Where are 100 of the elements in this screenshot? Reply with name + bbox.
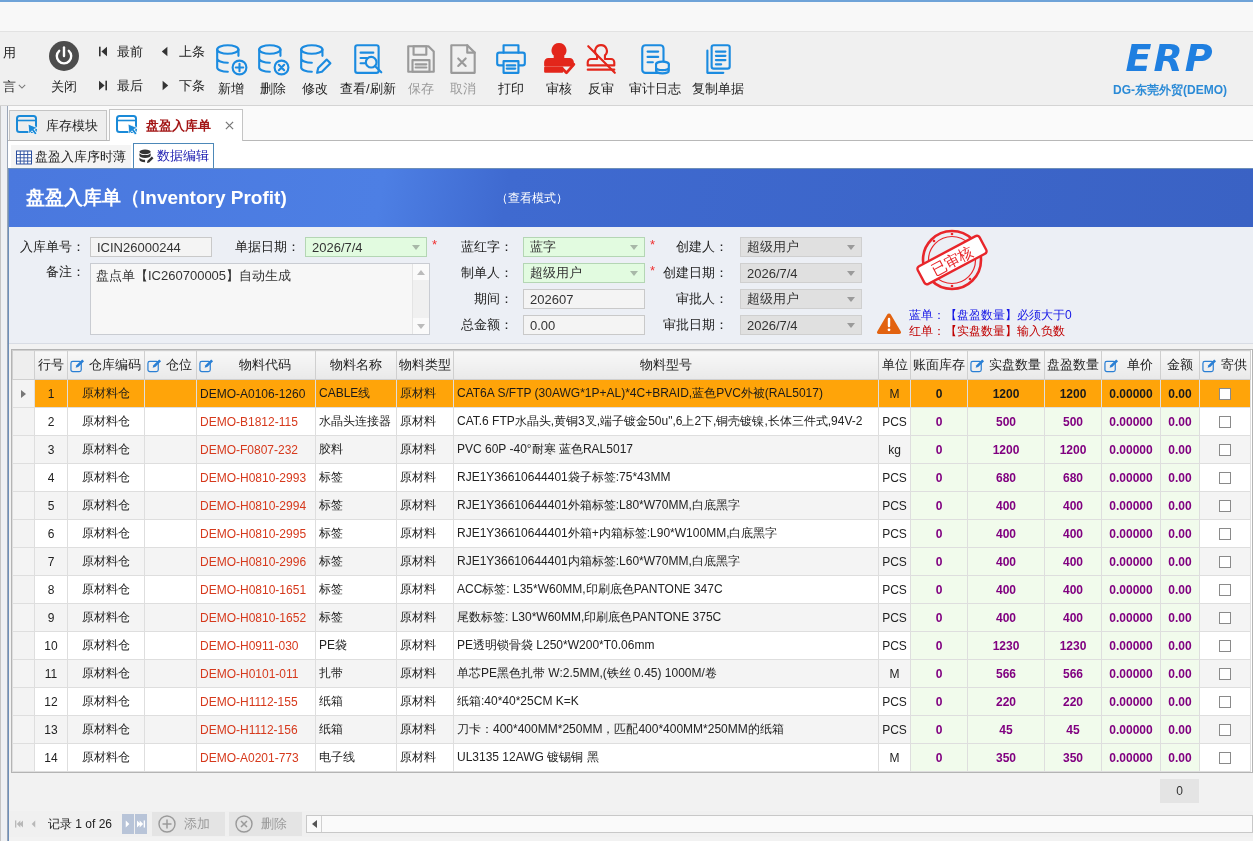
table-row[interactable]: 3 原材料仓 DEMO-F0807-232 胶料 原材料 PVC 60P -40°耐寒 蓝色RAL5017 kg 0 1200 1200 0.00000 0.00	[12, 435, 1251, 464]
text-field[interactable]: ICIN26000244	[90, 237, 212, 257]
column-header[interactable]: 单位	[878, 350, 911, 380]
dropdown-field[interactable]: 2026/7/4	[305, 237, 427, 257]
tab[interactable]: 数据编辑	[133, 143, 214, 168]
table-cell: 原材料仓	[67, 379, 145, 408]
text-field[interactable]: 0.00	[523, 315, 645, 335]
edit-icon	[970, 357, 985, 373]
column-header[interactable]: 仓位	[144, 350, 197, 380]
table-row[interactable]: 5 原材料仓 DEMO-H0810-2994 标签 原材料 RJE1Y36610644401外箱标签:L80*W70MM,白底黑字 PCS 0 400 400 0.00000 0.00	[12, 491, 1251, 520]
table-row[interactable]: 14 原材料仓 DEMO-A0201-773 电子线 原材料 UL3135 12AWG 镀锡铜 黑 M 0 350 350 0.00000 0.00	[12, 743, 1251, 772]
checkbox[interactable]	[1219, 444, 1231, 457]
delete-button[interactable]: 删除	[253, 41, 293, 98]
tab[interactable]: 盘盈入库序时薄	[11, 145, 131, 168]
edit-icon	[147, 357, 162, 373]
menu-item[interactable]: 言	[3, 77, 37, 96]
scrollbar[interactable]	[306, 815, 1253, 833]
print-button[interactable]: 打印	[490, 41, 531, 98]
column-header[interactable]: 物料名称	[315, 350, 397, 380]
scroll-up-button[interactable]	[413, 264, 429, 280]
triangle-right-icon	[161, 80, 169, 91]
next-record-button[interactable]: 下条	[161, 76, 211, 95]
checkbox[interactable]	[1219, 388, 1231, 401]
checkbox[interactable]	[1219, 668, 1231, 681]
table-row[interactable]: 6 原材料仓 DEMO-H0810-2995 标签 原材料 RJE1Y36610644401外箱+内箱标签:L90*W100MM,白底黑字 PCS 0 400 400 0.00000 0.00	[12, 519, 1251, 548]
tab[interactable]: 库存模块	[9, 110, 107, 140]
power-icon	[49, 41, 79, 71]
table-cell: DEMO-A0106-1260	[196, 379, 316, 408]
table-cell: 0.00000	[1101, 743, 1161, 772]
next-page-button[interactable]	[122, 814, 135, 834]
dropdown-field[interactable]: 蓝字	[523, 237, 645, 257]
table-row[interactable]: 9 原材料仓 DEMO-H0810-1652 标签 原材料 尾数标签: L30*W60MM,印刷底色PANTONE 375C PCS 0 400 400 0.00000 0.00	[12, 603, 1251, 632]
edit-button[interactable]: 修改	[295, 41, 335, 98]
table-cell: 标签	[315, 463, 397, 492]
column-header[interactable]: 物料类型	[396, 350, 454, 380]
scrollbar[interactable]	[412, 264, 429, 334]
field-label: 蓝红字：	[460, 238, 514, 256]
checkbox[interactable]	[1219, 584, 1231, 597]
checkbox[interactable]	[1219, 556, 1231, 569]
checkbox[interactable]	[1219, 724, 1231, 737]
last-page-button[interactable]	[135, 814, 148, 834]
table-row[interactable]: 10 原材料仓 DEMO-H0911-030 PE袋 原材料 PE透明锁骨袋 L250*W200*T0.06mm PCS 0 1230 1230 0.00000 0.00	[12, 631, 1251, 660]
last-record-button[interactable]: 最后	[99, 76, 161, 95]
table-cell: CAT.6 FTP水晶头,黄铜3叉,端子镀金50u",6上2下,铜壳镀镍,长体三件式,94V-2	[453, 407, 879, 436]
table-row[interactable]: 7 原材料仓 DEMO-H0810-2996 标签 原材料 RJE1Y36610644401内箱标签:L60*W70MM,白底黑字 PCS 0 400 400 0.00000 0.00	[12, 547, 1251, 576]
table-cell: 原材料仓	[67, 519, 145, 548]
form-title: 盘盈入库单（Inventory Profit)	[26, 186, 288, 210]
previous-record-button[interactable]: 上条	[161, 42, 211, 61]
view-refresh-button[interactable]: 查看/刷新	[337, 41, 399, 98]
caret-down-icon	[630, 244, 638, 250]
column-header[interactable]: 账面库存	[910, 350, 968, 380]
table-row[interactable]: 12 原材料仓 DEMO-H1112-155 纸箱 原材料 纸箱:40*40*25CM K=K PCS 0 220 220 0.00000 0.00	[12, 687, 1251, 716]
close-icon[interactable]	[225, 121, 234, 130]
checkbox[interactable]	[1219, 472, 1231, 485]
scroll-down-button[interactable]	[413, 318, 429, 334]
checkbox[interactable]	[1219, 752, 1231, 765]
menu-item[interactable]: 用	[3, 43, 37, 62]
column-header[interactable]: 物料型号	[453, 350, 879, 380]
close-button[interactable]: 关闭	[47, 41, 81, 96]
column-header[interactable]: 单价	[1101, 350, 1161, 380]
table-row[interactable]: 8 原材料仓 DEMO-H0810-1651 标签 原材料 ACC标签: L35*W60MM,印刷底色PANTONE 347C PCS 0 400 400 0.00000 0.00	[12, 575, 1251, 604]
column-header[interactable]: 实盘数量	[967, 350, 1045, 380]
table-cell: 400	[967, 547, 1045, 576]
checkbox[interactable]	[1219, 612, 1231, 625]
table-cell: 0.00000	[1101, 575, 1161, 604]
approve-button[interactable]: 审核	[538, 41, 579, 98]
field-label: 备注：	[45, 263, 86, 281]
tab[interactable]: 盘盈入库单	[109, 109, 243, 141]
column-header[interactable]: 物料代码	[196, 350, 316, 380]
unapprove-button[interactable]: 反审	[580, 41, 621, 98]
column-header[interactable]: 盘盈数量	[1044, 350, 1102, 380]
audit-log-button[interactable]: 审计日志	[625, 41, 684, 98]
add-button[interactable]: 新增	[211, 41, 251, 98]
column-header[interactable]: 寄供	[1199, 350, 1251, 380]
checkbox[interactable]	[1219, 500, 1231, 513]
table-row[interactable]: 2 原材料仓 DEMO-B1812-115 水晶头连接器 原材料 CAT.6 FTP水晶头,黄铜3叉,端子镀金50u",6上2下,铜壳镀镍,长体三件式,94V-2 PCS 0 500 500 0.00000 0.00	[12, 407, 1251, 436]
edit-icon	[1104, 357, 1119, 373]
text-field[interactable]: 202607	[523, 289, 645, 309]
grid-icon	[16, 149, 32, 165]
checkbox[interactable]	[1219, 416, 1231, 429]
window-cursor-icon	[16, 114, 40, 137]
dropdown-field[interactable]: 超级用户	[523, 263, 645, 283]
table-row[interactable]: 11 原材料仓 DEMO-H0101-011 扎带 原材料 单芯PE黑色扎带 W:2.5MM,(铁丝 0.45) 1000M/卷 M 0 566 566 0.00000 0.00	[12, 659, 1251, 688]
column-header[interactable]: 行号	[34, 350, 68, 380]
checkbox[interactable]	[1219, 696, 1231, 709]
copy-document-button[interactable]: 复制单据	[688, 41, 747, 98]
edit-icon	[70, 357, 85, 373]
memo-field[interactable]: 盘点单【IC260700005】自动生成	[90, 263, 430, 335]
table-row[interactable]: 4 原材料仓 DEMO-H0810-2993 标签 原材料 RJE1Y36610644401袋子标签:75*43MM PCS 0 680 680 0.00000 0.00	[12, 463, 1251, 492]
table-row[interactable]: 1 原材料仓 DEMO-A0106-1260 CABLE线 原材料 CAT6A S/FTP (30AWG*1P+AL)*4C+BRAID,蓝色PVC外被(RAL5017) M 0 1200 1200 0.00000 0.00	[12, 379, 1251, 408]
chevron-down-icon	[18, 84, 26, 89]
first-record-button[interactable]: 最前	[99, 42, 161, 61]
table-row[interactable]: 13 原材料仓 DEMO-H1112-156 纸箱 原材料 刀卡：400*400MM*250MM，匹配400*400MM*250MM的纸箱 PCS 0 45 45 0.00000 0.00	[12, 715, 1251, 744]
triangle-left-icon	[161, 46, 169, 57]
table-cell: DEMO-H0810-1652	[196, 603, 316, 632]
checkbox[interactable]	[1219, 528, 1231, 541]
column-header[interactable]: 金额	[1160, 350, 1200, 380]
column-header[interactable]: 仓库编码	[67, 350, 145, 380]
checkbox[interactable]	[1219, 640, 1231, 653]
database-plus-icon	[214, 41, 248, 76]
